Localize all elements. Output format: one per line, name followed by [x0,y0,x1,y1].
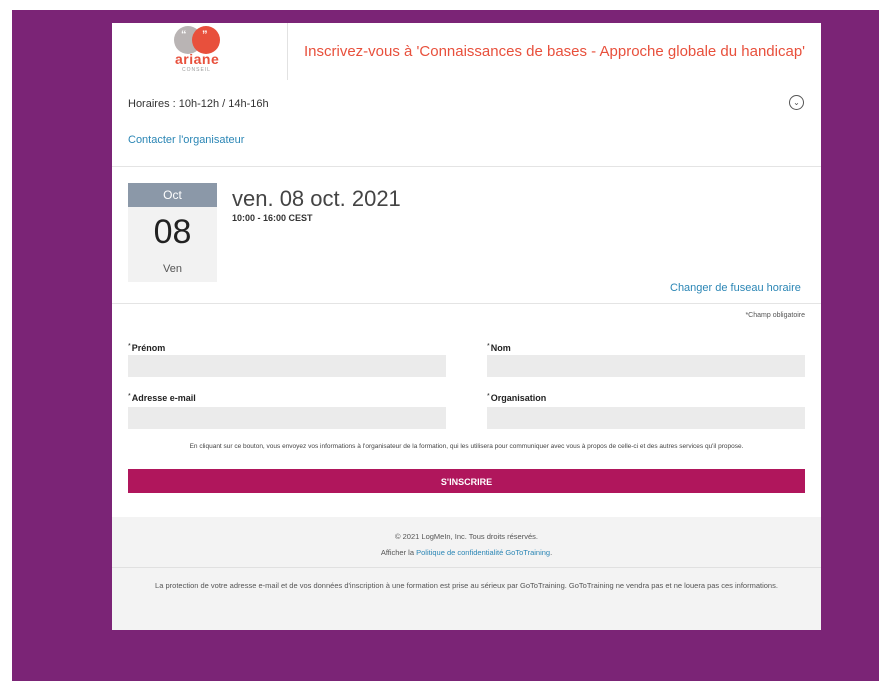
required-asterisk: * [487,393,490,400]
footer-divider [112,567,821,568]
change-timezone-link[interactable]: Changer de fuseau horaire [670,282,801,294]
required-asterisk: * [128,393,131,400]
logo-name: ariane [175,51,220,67]
registration-card: “ ” ariane CONSEIL Inscrivez-vous à 'Con… [112,23,821,630]
data-protection-note: La protection de votre adresse e-mail et… [155,581,778,590]
prenom-label: *Prénom [128,343,165,353]
footer: © 2021 LogMeIn, Inc. Tous droits réservé… [112,517,821,630]
organisation-label-text: Organisation [490,393,547,403]
divider [112,166,821,167]
ariane-logo: “ ” ariane CONSEIL [172,26,232,76]
organisation-input[interactable] [487,407,805,429]
session-date: ven. 08 oct. 2021 [232,186,401,211]
calendar-day: 08 [153,213,192,251]
copyright: © 2021 LogMeIn, Inc. Tous droits réservé… [395,532,538,541]
privacy-line: Afficher la Politique de confidentialité… [112,548,821,557]
required-note: *Champ obligatoire [745,312,805,319]
calendar-weekday: Ven [163,263,182,275]
logo-quote-right: ” [202,29,208,41]
logo-subtitle: CONSEIL [182,67,211,73]
nom-label: *Nom [487,343,511,353]
calendar-month: Oct [128,183,217,207]
header-divider [287,23,288,80]
header: “ ” ariane CONSEIL Inscrivez-vous à 'Con… [112,23,821,80]
email-label-text: Adresse e-mail [131,393,196,403]
page-title: Inscrivez-vous à 'Connaissances de bases… [304,43,806,60]
consent-disclaimer: En cliquant sur ce bouton, vous envoyez … [189,443,744,450]
register-button[interactable]: S'INSCRIRE [128,469,805,493]
session-time: 10:00 - 16:00 CEST [232,213,313,223]
privacy-policy-link[interactable]: Politique de confidentialité GoToTrainin… [416,548,550,557]
nom-label-text: Nom [490,343,511,353]
calendar-badge: Oct 08 Ven [128,183,217,282]
nom-input[interactable] [487,355,805,377]
required-asterisk: * [487,343,490,350]
chevron-down-icon[interactable]: ⌄ [789,95,804,110]
page-background: “ ” ariane CONSEIL Inscrivez-vous à 'Con… [12,10,879,681]
organisation-label: *Organisation [487,393,546,403]
contact-organizer-link[interactable]: Contacter l'organisateur [128,134,244,146]
divider [112,303,821,304]
schedule-text: Horaires : 10h-12h / 14h-16h [128,98,269,110]
privacy-suffix: . [550,548,553,557]
email-label: *Adresse e-mail [128,393,196,403]
email-input[interactable] [128,407,446,429]
required-asterisk: * [128,343,131,350]
privacy-prefix: Afficher la [380,548,417,557]
prenom-label-text: Prénom [131,343,166,353]
prenom-input[interactable] [128,355,446,377]
logo-quote-left: “ [181,29,187,41]
